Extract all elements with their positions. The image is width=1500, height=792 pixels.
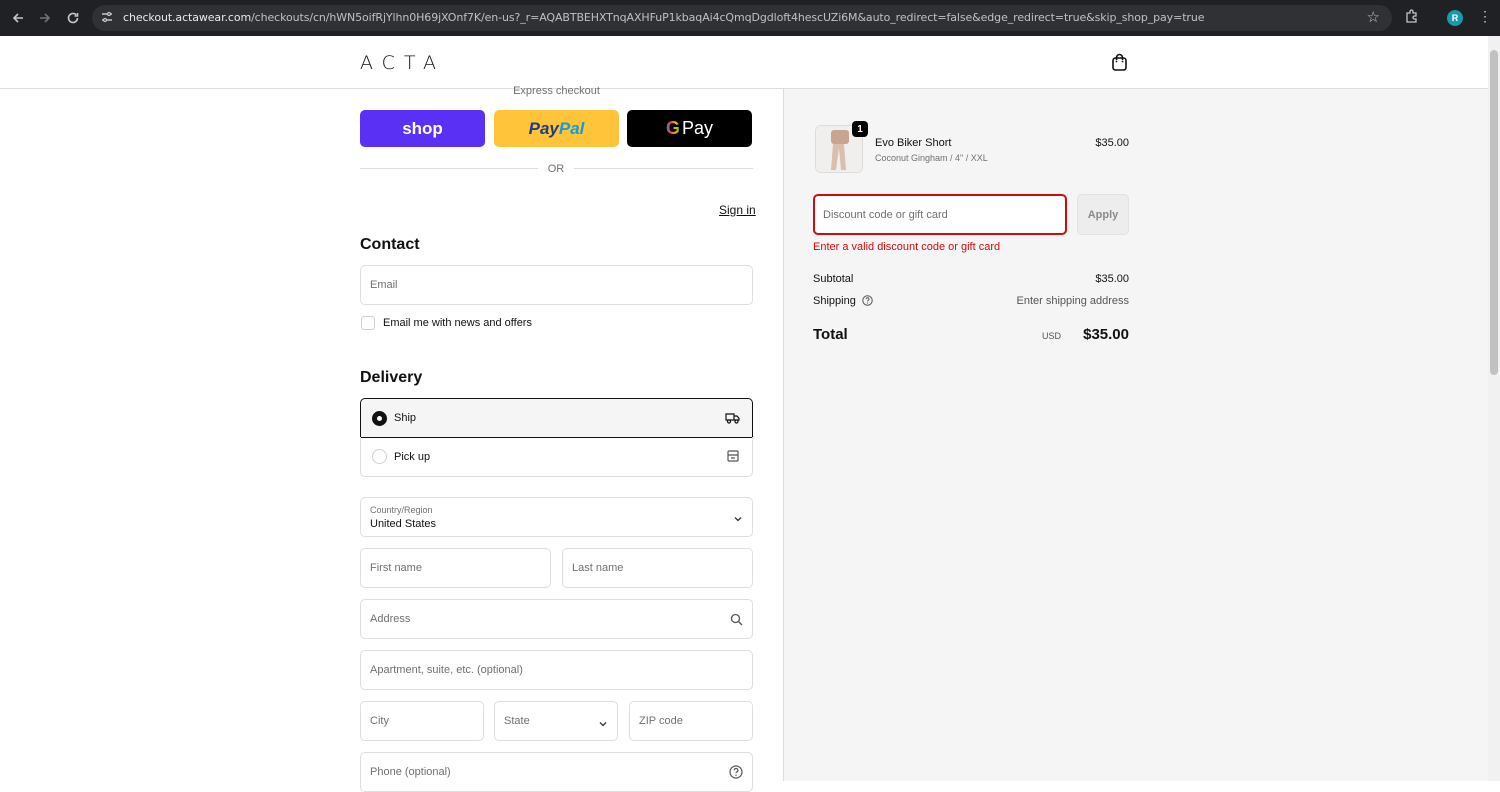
subtotal-label: Subtotal (813, 273, 854, 285)
site-header: ACTA (0, 36, 1488, 89)
apartment-placeholder: Apartment, suite, etc. (optional) (370, 664, 523, 676)
product-variant: Coconut Gingham / 4" / XXL (875, 153, 988, 163)
reload-icon[interactable] (59, 4, 87, 32)
google-pay-button[interactable]: G Pay (627, 110, 752, 147)
search-icon (730, 613, 743, 631)
paypal-label-part2: Pal (558, 118, 585, 138)
google-g-icon: G (665, 118, 680, 138)
scrollbar-thumb[interactable] (1490, 50, 1498, 375)
store-icon (726, 449, 740, 468)
url-text: checkout.actawear.com/checkouts/cn/hWN5o… (123, 11, 1205, 24)
apply-discount-button[interactable]: Apply (1077, 194, 1129, 235)
discount-code-input[interactable]: Discount code or gift card (813, 194, 1067, 235)
chevron-down-icon (733, 511, 743, 529)
zip-field[interactable]: ZIP code (629, 701, 753, 741)
google-pay-label: Pay (681, 118, 714, 138)
state-select[interactable]: State (494, 701, 618, 741)
state-placeholder: State (504, 715, 530, 727)
shipping-row: Shipping Enter shipping address (813, 295, 1129, 309)
phone-placeholder: Phone (optional) (370, 766, 451, 778)
product-price: $35.00 (1095, 137, 1129, 149)
quantity-badge: 1 (852, 121, 868, 137)
email-field[interactable]: Email (360, 265, 753, 305)
help-circle-icon[interactable] (729, 765, 743, 784)
address-field[interactable]: Address (360, 599, 753, 639)
chevron-down-icon (598, 716, 608, 734)
newsletter-checkbox-row[interactable]: Email me with news and offers (361, 316, 532, 330)
zip-placeholder: ZIP code (639, 715, 683, 727)
back-icon[interactable] (4, 4, 32, 32)
shipping-label: Shipping (813, 295, 856, 307)
newsletter-label: Email me with news and offers (383, 317, 532, 329)
ship-option[interactable]: Ship (360, 398, 753, 438)
apartment-field[interactable]: Apartment, suite, etc. (optional) (360, 650, 753, 690)
discount-placeholder: Discount code or gift card (823, 209, 948, 221)
country-label: Country/Region (370, 505, 433, 515)
paypal-button[interactable]: Pay Pal (494, 110, 619, 147)
acta-logo[interactable]: ACTA (360, 52, 445, 74)
shipping-value: Enter shipping address (1016, 295, 1129, 307)
shopping-bag-icon[interactable] (1111, 53, 1128, 77)
forward-icon[interactable] (31, 4, 59, 32)
browser-toolbar: checkout.actawear.com/checkouts/cn/hWN5o… (0, 0, 1500, 36)
profile-avatar[interactable]: R (1447, 10, 1463, 26)
or-divider-text: OR (547, 163, 565, 175)
address-placeholder: Address (370, 613, 411, 625)
subtotal-value: $35.00 (1095, 273, 1129, 285)
currency-code: USD (1041, 331, 1061, 341)
newsletter-checkbox[interactable] (361, 316, 375, 330)
sign-in-link[interactable]: Sign in (719, 203, 756, 217)
order-summary-panel (783, 89, 1488, 781)
ship-label: Ship (394, 412, 417, 424)
express-checkout-label: Express checkout (513, 85, 600, 97)
pickup-label: Pick up (394, 450, 431, 463)
phone-field[interactable]: Phone (optional) (360, 752, 753, 792)
shop-pay-label: shop (402, 118, 443, 138)
city-field[interactable]: City (360, 701, 484, 741)
pickup-option[interactable]: Pick up (360, 437, 753, 477)
total-label: Total (813, 326, 848, 343)
delivery-method-group: Ship Pick up (360, 398, 753, 477)
contact-heading: Contact (360, 236, 420, 253)
first-name-placeholder: First name (370, 562, 422, 574)
total-row: Total USD $35.00 (813, 326, 1129, 344)
last-name-field[interactable]: Last name (562, 548, 753, 588)
email-placeholder: Email (370, 279, 398, 291)
country-value: United States (370, 518, 437, 530)
site-settings-icon[interactable] (100, 10, 114, 29)
last-name-placeholder: Last name (572, 562, 624, 574)
truck-icon (725, 411, 740, 430)
or-divider-right (574, 168, 753, 169)
shop-pay-button[interactable]: shop (360, 110, 485, 147)
bookmark-star-icon[interactable]: ☆ (1367, 8, 1380, 26)
first-name-field[interactable]: First name (360, 548, 551, 588)
delivery-heading: Delivery (360, 369, 423, 386)
city-placeholder: City (370, 715, 389, 727)
product-name: Evo Biker Short (875, 137, 952, 149)
page-scrollbar[interactable] (1488, 36, 1500, 781)
shipping-help-icon[interactable] (862, 295, 873, 309)
extensions-icon[interactable] (1404, 8, 1420, 29)
address-bar[interactable]: checkout.actawear.com/checkouts/cn/hWN5o… (92, 5, 1392, 31)
discount-error-message: Enter a valid discount code or gift card (813, 241, 1001, 253)
pickup-radio[interactable] (372, 449, 387, 464)
country-select[interactable]: Country/Region United States (360, 497, 753, 537)
subtotal-row: Subtotal $35.00 (813, 273, 1129, 285)
paypal-label-part1: Pay (528, 118, 559, 138)
menu-kebab-icon[interactable]: ⋮ (1478, 8, 1492, 25)
total-value: $35.00 (1083, 326, 1129, 343)
or-divider-left (360, 168, 538, 169)
ship-radio[interactable] (372, 410, 387, 426)
